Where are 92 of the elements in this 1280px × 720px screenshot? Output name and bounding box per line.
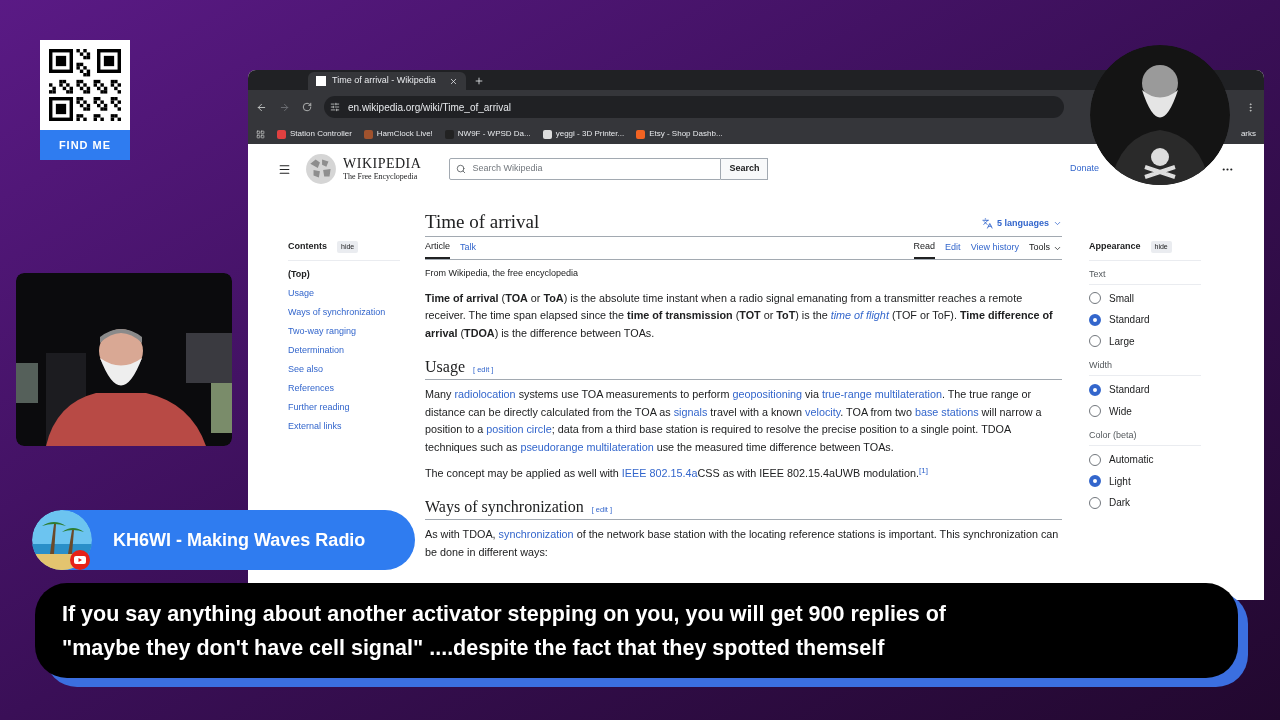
radio-label: Standard [1109, 383, 1150, 398]
radio-label: Small [1109, 291, 1134, 306]
toc-item[interactable]: External links [288, 416, 425, 436]
find-me-label: FIND ME [40, 130, 130, 160]
site-settings-icon[interactable] [330, 102, 340, 112]
browser-tab[interactable]: Time of arrival - Wikipedia [308, 72, 466, 90]
link[interactable]: pseudorange multilateration [520, 441, 654, 454]
radio-label: Standard [1109, 313, 1150, 328]
link[interactable]: true-range multilateration [821, 388, 942, 401]
close-icon[interactable] [449, 76, 458, 86]
radio-label: Light [1109, 474, 1131, 489]
wikipedia-tagline: The Free Encyclopedia [343, 173, 419, 181]
link[interactable]: synchronization [498, 528, 574, 541]
donate-link[interactable]: Donate [1069, 162, 1099, 176]
video-icon [70, 550, 90, 570]
search-field[interactable]: Search Wikipedia [449, 158, 722, 180]
radio-button[interactable] [1089, 405, 1101, 418]
toc-item[interactable]: See also [288, 359, 425, 379]
link[interactable]: radiolocation [454, 388, 516, 401]
radio-label: Dark [1109, 496, 1131, 511]
link[interactable]: time of flight [830, 309, 889, 322]
bookmark[interactable]: yeggi - 3D Printer... [542, 128, 625, 140]
new-tab-icon[interactable] [474, 76, 484, 86]
contents-heading: Contents [288, 240, 327, 253]
tools-menu[interactable]: Tools [1029, 241, 1062, 255]
radio-button[interactable] [1089, 383, 1101, 396]
page-tab[interactable]: Article [425, 237, 450, 259]
toc-item[interactable]: References [288, 378, 425, 398]
link[interactable]: base stations [914, 405, 979, 418]
favicon-icon [363, 129, 373, 139]
favicon-icon [277, 129, 286, 139]
reload-icon[interactable] [302, 102, 312, 112]
paragraph: As with TDOA, synchronization of the network base station with the locating reference stations is important. This synchronization can be done in different ways: [425, 527, 1060, 560]
qr-code-icon [49, 49, 121, 121]
radio-button[interactable] [1089, 453, 1101, 466]
globe-icon [305, 153, 337, 185]
toc-item[interactable]: Ways of synchronization [288, 302, 425, 322]
link[interactable]: geopositioning [732, 388, 803, 401]
caption-line: If you say anything about another activator stepping on you, you will get 900 replies of [62, 600, 948, 628]
radio-label: Wide [1109, 404, 1132, 419]
favicon-icon [542, 129, 552, 139]
radio-label: Large [1109, 334, 1135, 349]
toc-item[interactable]: (Top) [288, 264, 425, 284]
back-icon[interactable] [256, 101, 267, 113]
channel-name: KH6WI - Making Waves Radio [113, 528, 366, 552]
option-group-label: Color (beta) [1089, 424, 1201, 446]
radio-button[interactable] [1089, 475, 1101, 488]
apps-icon[interactable] [256, 129, 265, 139]
wikipedia-wordmark: WIKIPEDIA [343, 157, 422, 171]
reference-link[interactable]: [1] [918, 465, 928, 475]
view-tab[interactable]: Read [913, 237, 936, 259]
page-title: Time of arrival [425, 210, 540, 234]
bookmark[interactable]: Station Controller [277, 128, 352, 140]
menu-icon[interactable] [278, 162, 291, 176]
view-tab[interactable]: Edit [945, 237, 961, 259]
radio-button[interactable] [1089, 496, 1101, 509]
radio-button[interactable] [1089, 335, 1101, 348]
languages-button[interactable]: 5 languages [981, 216, 1062, 230]
bookmark[interactable]: NW9F - WPSD Da... [444, 128, 531, 140]
search-button[interactable]: Search [721, 158, 769, 180]
translate-icon [981, 217, 993, 229]
paragraph: Many radiolocation systems use TOA measurements to perform geopositioning via true-range multilateration. The true range or distance can be directly calculated from the TOA as signals travel with a known velocity. TOA from two base stations will narrow a position to a position circle; data from a third base station is required to resolve the precise position to a single point. TDOA techniques such as pseudorange multilateration use the measured time difference between TOAs. [425, 387, 1043, 456]
toc-item[interactable]: Further reading [288, 397, 425, 417]
favicon-icon [636, 129, 646, 139]
from-wikipedia-note: From Wikipedia, the free encyclopedia [425, 267, 580, 280]
view-tab[interactable]: View history [970, 237, 1019, 259]
wikipedia-favicon-icon [316, 76, 326, 86]
search-icon [456, 164, 467, 174]
link[interactable]: IEEE 802.15.4a [621, 466, 698, 479]
radio-button[interactable] [1089, 292, 1101, 305]
paragraph: The concept may be applied as well with IEEE 802.15.4aCSS as with IEEE 802.15.4aUWB modulation.$^{[1]}$ [425, 464, 929, 481]
link[interactable]: signals [673, 405, 708, 418]
toc-item[interactable]: Two-way ranging [288, 321, 425, 341]
bookmark[interactable]: Etsy - Shop Dashb... [636, 128, 723, 140]
page-tab[interactable]: Talk [460, 237, 477, 259]
paragraph: Time of arrival (TOA or ToA) is the absolute time instant when a radio signal emanating from a transmitter reaches a remote receiver. The time span elapsed since the time of transmission (TOT or ToT) is the time of flight (TOF or ToF). Time difference of arrival (TDOA) is the difference between TOAs. [425, 290, 1054, 341]
bookmark[interactable]: HamClock Live! [363, 128, 433, 140]
option-group-label: Text [1089, 262, 1201, 285]
favicon-icon [444, 129, 454, 139]
bookmark[interactable]: arks [1240, 128, 1256, 140]
section-heading: Usage [425, 357, 465, 378]
option-group-label: Width [1089, 354, 1201, 376]
radio-label: Automatic [1109, 453, 1154, 468]
address-bar[interactable]: en.wikipedia.org/wiki/Time_of_arrival [324, 96, 1064, 118]
radio-button[interactable] [1089, 313, 1101, 326]
section-heading: Ways of synchronization [425, 497, 584, 518]
toc-item[interactable]: Determination [288, 340, 425, 360]
link[interactable]: position circle [486, 423, 552, 436]
caption-line: "maybe they don't have cell signal" ....despite the fact that they spotted themself [62, 634, 886, 662]
appearance-heading: Appearance [1089, 240, 1141, 253]
toc-item[interactable]: Usage [288, 283, 425, 303]
url-text: en.wikipedia.org/wiki/Time_of_arrival [348, 100, 512, 115]
